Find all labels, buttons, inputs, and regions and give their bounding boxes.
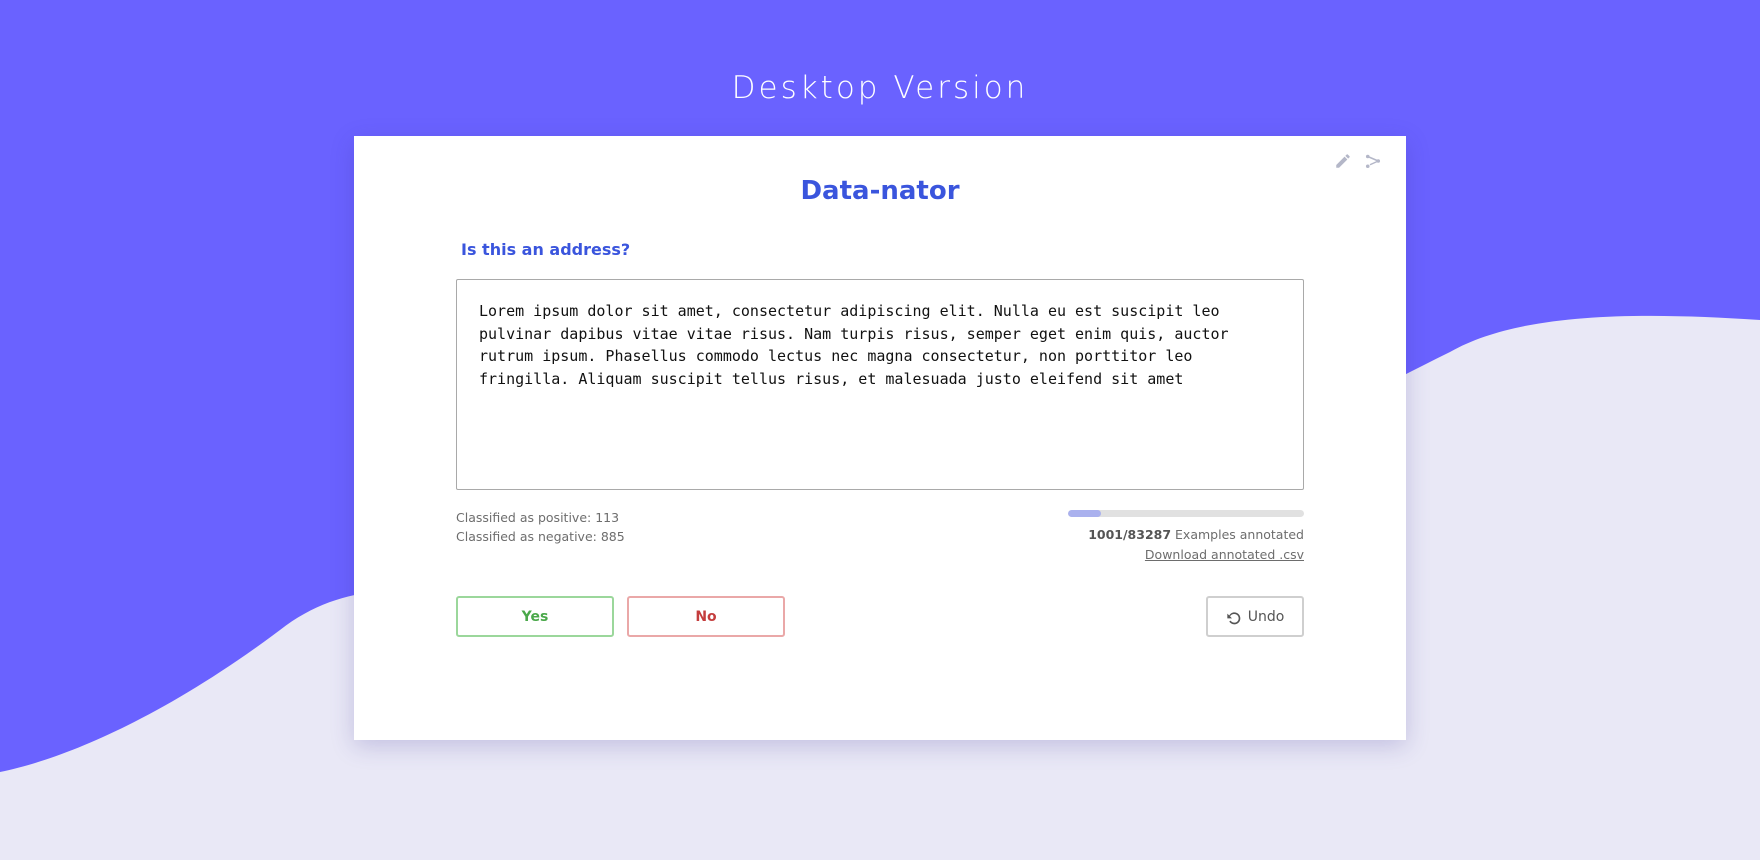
- classification-stats: Classified as positive: 113 Classified a…: [456, 508, 625, 546]
- page-heading: Desktop Version: [731, 70, 1029, 106]
- undo-label: Undo: [1247, 608, 1285, 625]
- annotation-card: Data-nator Is this an address? Lorem ips…: [354, 136, 1406, 740]
- share-icon[interactable]: [1362, 150, 1384, 172]
- download-csv-link[interactable]: Download annotated .csv: [1145, 545, 1304, 564]
- question-label: Is this an address?: [461, 240, 631, 259]
- pencil-icon[interactable]: [1332, 150, 1354, 172]
- progress-text: Examples annotated: [1175, 527, 1304, 542]
- undo-icon: [1226, 609, 1242, 625]
- no-button[interactable]: No: [627, 596, 785, 637]
- app-title: Data-nator: [800, 176, 960, 206]
- sample-text-box: Lorem ipsum dolor sit amet, consectetur …: [456, 279, 1304, 490]
- yes-button[interactable]: Yes: [456, 596, 614, 637]
- card-actions: [1332, 150, 1384, 172]
- progress-label: 1001/83287 Examples annotated: [1068, 525, 1304, 544]
- progress-bar: [1068, 510, 1304, 517]
- progress-bar-fill: [1068, 510, 1102, 517]
- progress-area: 1001/83287 Examples annotated Download a…: [1068, 510, 1304, 564]
- progress-count: 1001/83287: [1088, 527, 1172, 542]
- negative-count: Classified as negative: 885: [456, 529, 625, 544]
- positive-count: Classified as positive: 113: [456, 510, 620, 525]
- undo-button[interactable]: Undo: [1206, 596, 1304, 637]
